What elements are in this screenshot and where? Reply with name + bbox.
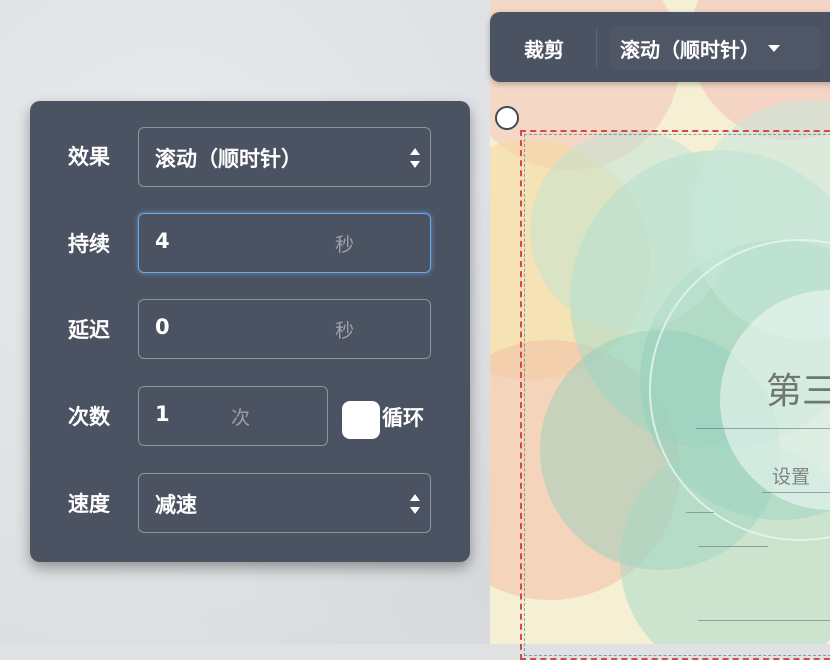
speed-select-value: 减速 — [155, 493, 197, 517]
slide-divider-line — [686, 512, 714, 513]
slide-title[interactable]: 第三 — [766, 362, 830, 414]
select-arrows-icon — [410, 148, 420, 168]
slide-divider-line — [698, 620, 830, 621]
delay-input[interactable]: 0 秒 — [138, 299, 431, 359]
loop-label[interactable]: 循环 — [382, 402, 424, 432]
duration-value: 4 — [155, 229, 170, 253]
speed-label: 速度 — [68, 492, 110, 516]
duration-label: 持续 — [68, 232, 110, 256]
duration-input[interactable]: 4 秒 — [138, 213, 431, 273]
count-input[interactable]: 1 次 — [138, 386, 328, 446]
animation-settings-panel: 效果 滚动（顺时针） 持续 4 秒 延迟 0 秒 次数 1 次 循环 速度 减速 — [30, 101, 470, 562]
slide-divider-line — [696, 428, 830, 429]
toolbar-divider — [596, 28, 597, 68]
count-value: 1 — [155, 402, 170, 426]
count-unit: 次 — [231, 407, 251, 429]
delay-unit: 秒 — [335, 320, 355, 342]
loop-checkbox[interactable] — [342, 401, 380, 439]
speed-select[interactable]: 减速 — [138, 473, 431, 533]
delay-value: 0 — [155, 315, 170, 339]
slide-divider-line — [698, 546, 768, 547]
slide-subtitle[interactable]: 设置 — [772, 462, 810, 489]
animation-toolbar: 裁剪 滚动（顺时针） — [490, 12, 830, 82]
slide-divider-line — [762, 492, 830, 493]
effect-select-value: 滚动（顺时针） — [155, 147, 302, 171]
delay-label: 延迟 — [68, 318, 110, 342]
effect-select[interactable]: 滚动（顺时针） — [138, 127, 431, 187]
duration-unit: 秒 — [335, 234, 355, 256]
crop-button[interactable]: 裁剪 — [524, 34, 564, 63]
effect-dropdown-button[interactable]: 滚动（顺时针） — [610, 26, 820, 70]
caret-down-icon — [768, 44, 780, 52]
count-label: 次数 — [68, 405, 110, 429]
effect-dropdown-label: 滚动（顺时针） — [620, 37, 760, 62]
select-arrows-icon — [410, 494, 420, 514]
effect-label: 效果 — [68, 145, 110, 169]
rotate-handle[interactable] — [495, 106, 519, 130]
